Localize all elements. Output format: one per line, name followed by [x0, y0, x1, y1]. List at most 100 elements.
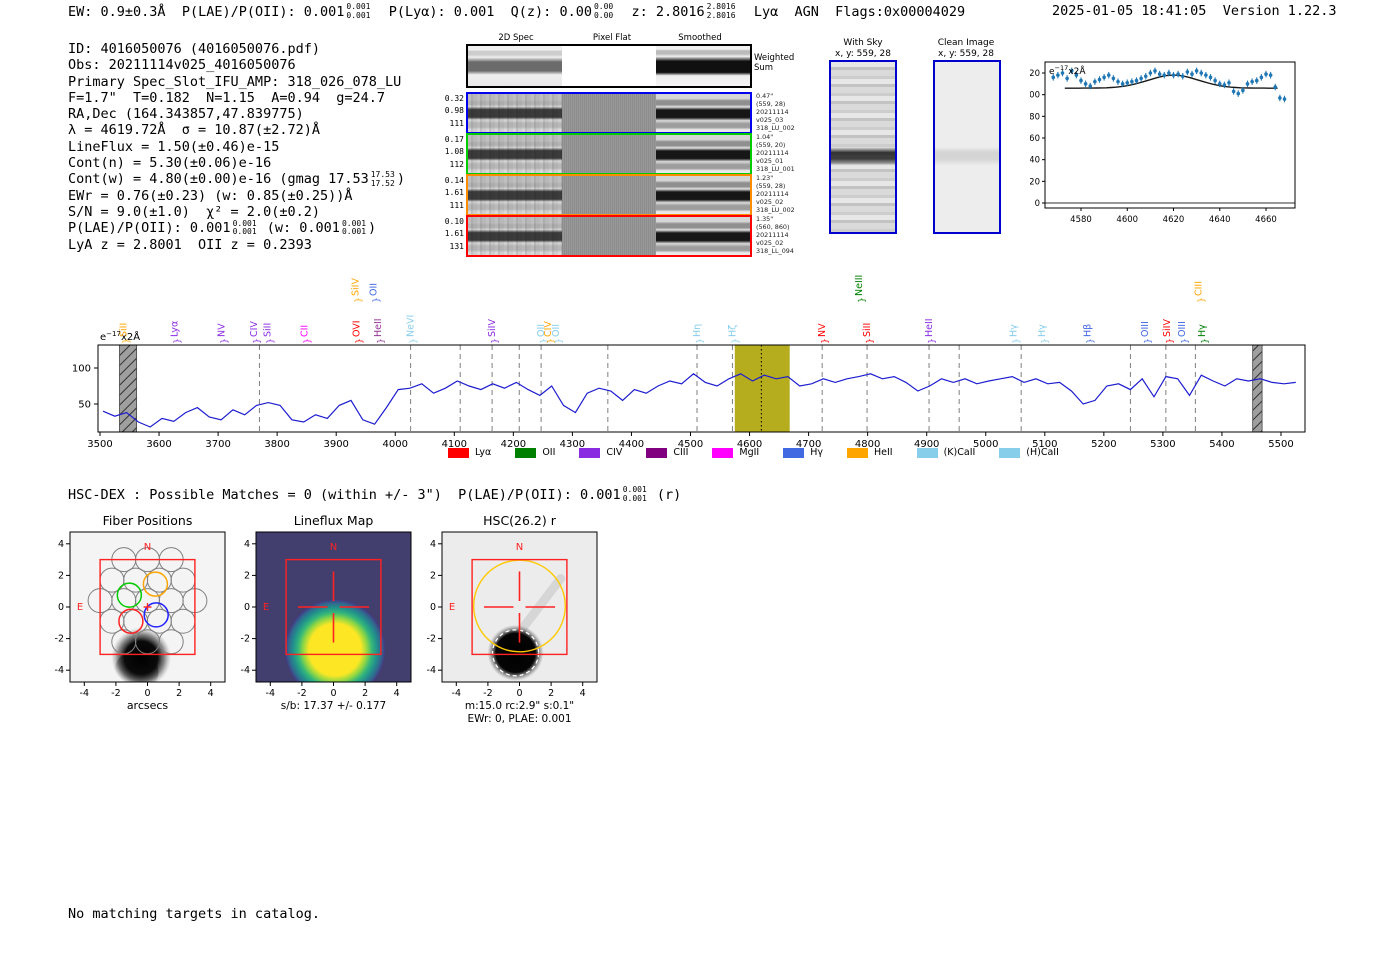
header-summary: EW: 0.9±0.3Å P(LAE)/P(OII): 0.0010.0010.…	[68, 3, 965, 20]
info-line-9: EWr = 0.76(±0.23) (w: 0.85(±0.25))Å	[68, 188, 405, 204]
x-tick-label: 4	[208, 688, 214, 699]
data-point	[1149, 71, 1153, 75]
x-tick-label: 3700	[205, 439, 230, 450]
legend-item-(H)CaII: (H)CaII	[999, 447, 1059, 458]
data-point	[1195, 69, 1199, 73]
weighted-smoothed-image	[656, 46, 750, 86]
cutout-left-label: 0.32	[444, 93, 464, 105]
data-point	[1273, 85, 1277, 89]
cutout-left-label: 112	[444, 159, 464, 171]
data-point	[1121, 82, 1125, 86]
with-sky-image	[831, 62, 895, 232]
legend-item-CIV: CIV	[579, 447, 622, 458]
x-tick-label: -4	[266, 688, 275, 699]
fiber-xlabel: arcsecs	[127, 699, 169, 712]
y-tick-label: -2	[241, 634, 250, 645]
info-line-5: λ = 4619.72Å σ = 10.87(±2.72)Å	[68, 122, 405, 138]
info-line-8-sub-0: 17.52	[371, 180, 395, 189]
data-point	[1130, 80, 1134, 84]
north-label: N	[144, 542, 151, 553]
hsc-dex-text-0: HSC-DEX : Possible Matches = 0 (within +…	[68, 487, 621, 503]
cutout-row-right-labels-3: 1.35"(560, 860)20211114v025_02318_LL_094	[756, 215, 794, 255]
cutout-row-right-labels-2: 1.23"(559, 28)20211114v025_02318_LU_002	[756, 174, 795, 214]
line-label-brace: {	[251, 338, 261, 344]
y-tick-label: 50	[78, 400, 91, 411]
hsc-caption-2: EWr: 0, PLAE: 0.001	[467, 713, 571, 725]
x-tick-label: -2	[111, 688, 120, 699]
weighted-sum-label-line2: Sum	[754, 63, 794, 73]
cutout-2d-spec-image	[468, 135, 562, 173]
data-point	[1065, 77, 1069, 81]
y-tick-label: 2	[244, 570, 250, 581]
hsc-title: HSC(26.2) r	[483, 513, 557, 528]
line-label: OIII	[1177, 321, 1188, 337]
cutout-2d-spec-image	[468, 94, 562, 132]
cutout-right-label: 20211114	[756, 190, 795, 198]
y-tick-label: 2	[430, 570, 436, 581]
with-sky-panel	[829, 60, 897, 234]
legend-item-MgII: MgII	[712, 447, 759, 458]
cutout-right-label: 318_LU_002	[756, 206, 795, 214]
cutout-left-label: 0.98	[444, 105, 464, 117]
x-tick-label: 3800	[264, 439, 289, 450]
legend-item-(K)CaII: (K)CaII	[917, 447, 976, 458]
line-label-brace: {	[729, 338, 739, 344]
line-label: CIV	[249, 321, 260, 337]
y-tick-label: 0	[1035, 199, 1040, 209]
data-point	[1250, 80, 1254, 84]
cutout-right-label: 0.47"	[756, 92, 795, 100]
cutout-right-label: 318_LU_002	[756, 124, 795, 132]
cutout-right-label: (559, 28)	[756, 182, 795, 190]
x-tick-label: 4620	[1163, 215, 1185, 225]
line-label: CIII	[1193, 281, 1204, 296]
data-point	[1283, 97, 1287, 101]
y-tick-label: -4	[241, 665, 250, 676]
info-line-7: Cont(n) = 5.30(±0.06)e-16	[68, 155, 405, 171]
line-label-brace: {	[171, 338, 181, 344]
hsc-dex-stack-0: 0.0010.001	[623, 486, 647, 503]
legend-item-CIII: CIII	[646, 447, 688, 458]
y-tick-label: 100	[72, 364, 91, 375]
line-label-brace: {	[1195, 297, 1205, 303]
x-tick-label: 5200	[1091, 439, 1116, 450]
data-point	[1112, 77, 1116, 81]
info-line-7-text-0: Cont(n) = 5.30(±0.06)e-16	[68, 155, 271, 171]
info-line-6: LineFlux = 1.50(±0.46)e-15	[68, 139, 405, 155]
legend-item-HeII: HeII	[847, 447, 893, 458]
line-label-brace: {	[1084, 338, 1094, 344]
x-tick-label: 3900	[323, 439, 348, 450]
weighted-sum-label: Weighted Sum	[754, 53, 794, 73]
line-label: Hγ	[1037, 324, 1048, 337]
line-label-brace: {	[1164, 338, 1174, 344]
lineflux-blob	[285, 600, 385, 700]
x-tick-label: 2	[176, 688, 182, 699]
line-label: SiII	[263, 323, 274, 337]
info-line-11-text-2: )	[368, 220, 376, 236]
data-point	[1278, 96, 1282, 100]
weighted-sum-label-line1: Weighted	[754, 53, 794, 63]
line-label: NV	[817, 323, 828, 337]
cutout-right-label: 1.04"	[756, 133, 795, 141]
data-point	[1158, 72, 1162, 76]
line-label: SiII	[119, 323, 130, 337]
cutout-row-left-labels-0: 0.320.98111	[444, 93, 464, 130]
info-line-8-stack-0: 17.5317.52	[371, 171, 395, 188]
header-item-2-text-0: P(Lyα): 0.001	[389, 4, 495, 20]
data-point	[1213, 79, 1217, 83]
y-tick-label: -4	[427, 665, 436, 676]
header-item-1-stack-0: 0.0010.001	[346, 3, 370, 20]
line-label-brace: {	[219, 338, 229, 344]
header-item-7-text-0: Flags:0x00004029	[835, 4, 965, 20]
info-line-8: Cont(w) = 4.80(±0.00)e-16 (gmag 17.5317.…	[68, 171, 405, 187]
header-item-0-text-0: EW: 0.9±0.3Å	[68, 4, 166, 20]
line-label: Hη	[692, 324, 703, 337]
weighted-sum-row	[466, 44, 752, 88]
lineflux-title: Lineflux Map	[294, 513, 374, 528]
info-line-1: Obs: 20211114v025_4016050076	[68, 57, 405, 73]
weighted-2d-spec-image	[468, 46, 562, 86]
legend-label: Lyα	[475, 447, 491, 458]
info-line-11-text-1: (w: 0.001	[259, 220, 340, 236]
cutout-right-label: (560, 860)	[756, 223, 794, 231]
x-tick-label: 4640	[1209, 215, 1231, 225]
cutout-right-label: 1.23"	[756, 174, 795, 182]
